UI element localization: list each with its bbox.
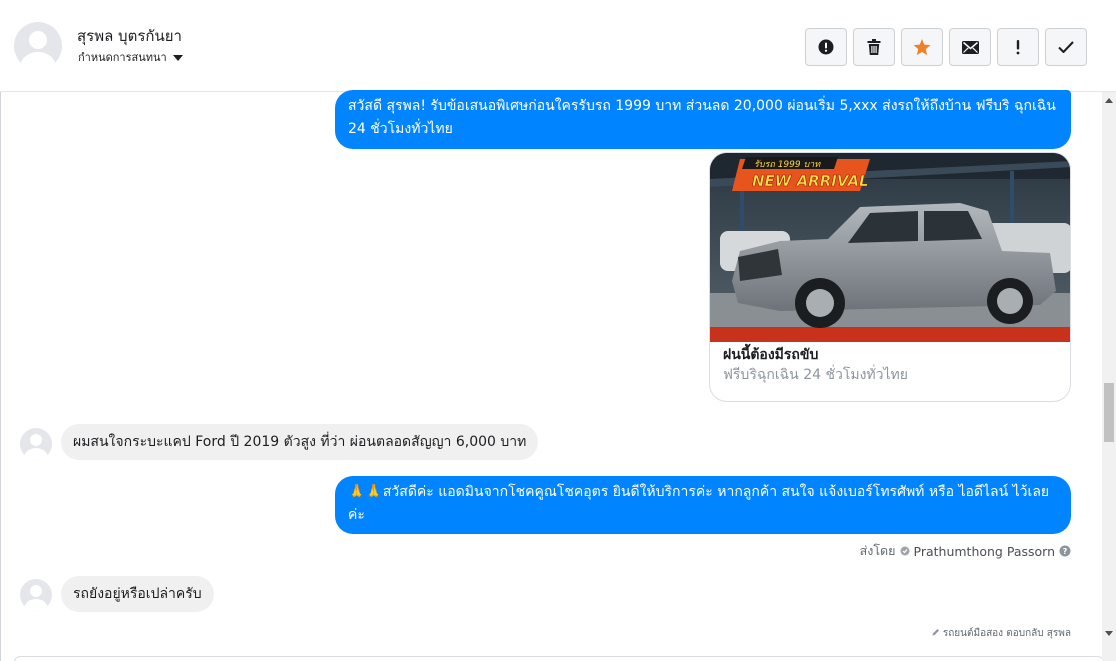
message-thread[interactable]: สวัสดี สุรพล! รับข้อเสนอพิเศษก่อนใครรับร…	[0, 90, 1102, 661]
mark-unread-button[interactable]	[949, 28, 991, 66]
check-icon	[1058, 41, 1074, 53]
banner-top-text: รับรถ 1999 บาท	[754, 159, 821, 170]
star-icon	[913, 38, 931, 55]
sent-by-line: ส่งโดย Prathumthong Passorn ?	[860, 541, 1071, 561]
incoming-message: รถยังอยู่หรือเปล่าครับ	[61, 576, 214, 612]
delete-button[interactable]	[853, 28, 895, 66]
verified-badge-icon	[900, 546, 909, 556]
reply-composer[interactable]	[14, 656, 1104, 661]
reply-footnote: รถยนต์มือสอง ตอบกลับ สุรพล	[932, 626, 1071, 641]
sent-by-name[interactable]: Prathumthong Passorn	[914, 544, 1056, 559]
outgoing-message: 🙏🙏สวัสดีค่ะ แอดมินจากโชคคูณโชคอุตร ยินดี…	[335, 476, 1071, 534]
envelope-icon	[961, 40, 979, 54]
card-subtitle: ฟรีบริฉุกเฉิน 24 ชั่วโมงทั่วไทย	[723, 367, 908, 383]
sent-by-prefix: ส่งโดย	[859, 543, 896, 558]
thread-scrollbar[interactable]	[1102, 92, 1116, 661]
exclamation-icon	[1016, 40, 1020, 55]
help-question-icon[interactable]: ?	[1059, 545, 1071, 557]
promo-card[interactable]: รับรถ 1999 บาท NEW ARRIVAL ฝนนี้ต้องมีรถ…	[709, 152, 1071, 402]
pencil-icon	[932, 629, 939, 636]
promo-car-image: รับรถ 1999 บาท NEW ARRIVAL	[710, 153, 1070, 342]
banner-main-text: NEW ARRIVAL	[752, 172, 869, 190]
caret-down-icon	[172, 54, 183, 61]
contact-avatar[interactable]	[14, 22, 62, 70]
svg-text:?: ?	[1063, 547, 1068, 556]
conversation-status-label: กำหนดการสนทนา	[78, 51, 167, 64]
avatar-placeholder-head	[29, 31, 47, 49]
contact-name[interactable]: สุรพล บุตรกันยา	[77, 24, 182, 48]
scrollbar-thumb[interactable]	[1104, 383, 1114, 442]
scroll-down-arrow-icon[interactable]	[1105, 631, 1113, 636]
avatar-placeholder-body	[24, 599, 48, 611]
star-button[interactable]	[901, 28, 943, 66]
mark-done-button[interactable]	[1045, 28, 1087, 66]
follow-up-button[interactable]	[997, 28, 1039, 66]
scroll-up-arrow-icon[interactable]	[1105, 98, 1113, 103]
avatar-placeholder-body	[24, 448, 48, 460]
avatar-placeholder-head	[30, 434, 42, 446]
card-title: ฝนนี้ต้องมีรถขับ	[723, 347, 819, 363]
mark-spam-button[interactable]	[805, 28, 847, 66]
reply-footnote-text: รถยนต์มือสอง ตอบกลับ สุรพล	[942, 628, 1071, 639]
avatar-placeholder-body	[20, 52, 56, 70]
trash-icon	[867, 39, 881, 55]
sender-avatar[interactable]	[20, 579, 52, 611]
conversation-header: สุรพล บุตรกันยา กำหนดการสนทนา	[0, 0, 1116, 92]
conversation-status-dropdown[interactable]: กำหนดการสนทนา	[78, 48, 183, 66]
conversation-actions	[805, 28, 1087, 66]
outgoing-message: สวัสดี สุรพล! รับข้อเสนอพิเศษก่อนใครรับร…	[335, 90, 1071, 149]
alert-circle-icon	[818, 39, 834, 55]
avatar-placeholder-head	[30, 585, 42, 597]
sender-avatar[interactable]	[20, 428, 52, 460]
incoming-message: ผมสนใจกระบะแคป Ford ปี 2019 ตัวสูง ที่ว่…	[61, 424, 539, 460]
